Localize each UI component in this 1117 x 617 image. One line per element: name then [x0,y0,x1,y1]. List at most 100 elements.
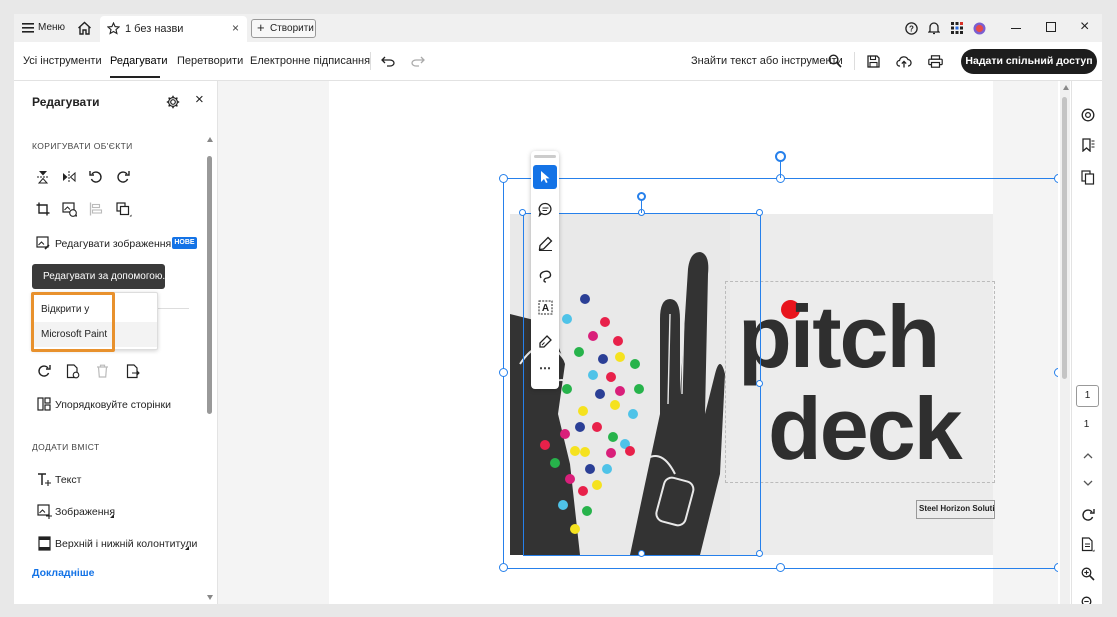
resize-handle[interactable] [756,380,763,387]
resize-handle[interactable] [499,174,508,183]
replace-image-icon[interactable] [61,201,79,217]
flip-vertical-icon[interactable] [35,169,51,185]
share-button-label: Надати спільний доступ [965,55,1093,67]
close-window-icon[interactable]: × [1080,18,1089,36]
tab-title: 1 без назви [125,23,184,35]
rotate-handle-icon[interactable] [775,151,786,162]
zoom-in-icon[interactable] [1080,566,1096,582]
refresh-icon[interactable] [1080,507,1096,523]
zoom-out-icon[interactable] [1080,595,1096,604]
resize-handle[interactable] [638,550,645,557]
tab-all-tools[interactable]: Усі інструменти [23,55,102,67]
search-icon[interactable] [827,53,843,69]
resize-handle[interactable] [1054,563,1058,572]
resize-handle[interactable] [499,368,508,377]
panel-scrollbar[interactable] [206,135,214,600]
print-icon[interactable] [927,53,943,69]
current-page-input[interactable]: 1 [1076,385,1099,407]
gear-icon[interactable] [165,94,180,109]
add-image-label[interactable]: Зображення [55,506,115,518]
extract-page-icon[interactable] [125,363,141,379]
resize-handle[interactable] [756,209,763,216]
home-icon[interactable] [76,20,92,36]
select-tool-icon[interactable] [533,165,557,189]
cloud-upload-icon[interactable] [896,53,912,69]
panel-scroll-thumb[interactable] [207,156,212,414]
resize-handle[interactable] [1054,368,1058,377]
crop-icon[interactable] [35,201,51,217]
doc-scroll-up[interactable] [1063,85,1069,90]
close-panel-icon[interactable]: × [195,91,204,108]
undo-icon[interactable] [380,53,396,69]
tab-esign[interactable]: Електронне підписання [250,55,370,67]
help-icon[interactable]: ? [904,21,918,35]
toolbar-divider [370,52,371,70]
rotate-page-icon[interactable] [36,363,52,379]
resize-handle[interactable] [776,563,785,572]
organize-pages-label[interactable]: Упорядковуйте сторінки [55,399,171,411]
resize-handle[interactable] [756,550,763,557]
chevron-down-icon[interactable] [1080,475,1096,491]
add-text-icon [36,471,52,487]
new-badge: НОВЕ [172,237,197,249]
header-footer-label[interactable]: Верхній і нижній колонтитули [55,538,197,550]
flip-horizontal-icon[interactable] [61,169,77,185]
minimize-icon[interactable] [1011,28,1021,29]
bookmark-icon[interactable] [1080,137,1096,153]
hamburger-menu-icon[interactable] [22,21,34,35]
edit-panel: Редагувати × КОРИГУВАТИ ОБ'ЄКТИ Редагува… [14,81,218,604]
scroll-up-arrow[interactable] [207,137,213,142]
rotate-left-icon[interactable] [88,169,104,185]
floating-toolbar: A ⋯ [531,151,559,389]
freehand-draw-icon[interactable] [535,265,555,285]
resize-handle[interactable] [1054,174,1058,183]
sign-tool-icon[interactable] [535,331,555,351]
document-tab[interactable]: 1 без назви × [100,16,247,42]
rotate-right-icon[interactable] [115,169,131,185]
ai-assistant-icon[interactable] [1080,107,1096,123]
new-badge-text: НОВЕ [174,239,195,246]
tab-convert[interactable]: Перетворити [177,55,243,67]
learn-more-link[interactable]: Докладніше [32,567,94,579]
maximize-icon[interactable] [1046,22,1056,32]
insert-page-icon[interactable] [65,363,81,379]
add-text-label[interactable]: Текст [55,474,81,486]
bell-icon[interactable] [927,21,941,35]
doc-scroll-thumb[interactable] [1062,97,1067,379]
resize-handle[interactable] [519,209,526,216]
chevron-up-icon[interactable] [1080,447,1096,463]
title-bar: Меню 1 без назви × + Створити ? × [14,14,1102,42]
delete-page-icon[interactable] [94,363,110,379]
arrange-objects-icon[interactable] [115,201,133,217]
section-adjust-objects: КОРИГУВАТИ ОБ'ЄКТИ [32,141,133,151]
highlight-pen-icon[interactable] [535,233,555,253]
page-fit-icon[interactable] [1080,536,1096,552]
star-icon[interactable] [106,21,120,35]
more-tools-icon[interactable]: ⋯ [535,361,555,375]
menu-label[interactable]: Меню [38,22,65,33]
pages-panel-icon[interactable] [1080,169,1096,185]
inner-rotate-handle-icon[interactable] [637,192,646,201]
text-box-tool-icon[interactable]: A [535,297,555,317]
redo-icon[interactable] [410,53,426,69]
create-label: Створити [270,23,314,34]
close-tab-icon[interactable]: × [232,21,239,35]
align-objects-icon[interactable] [88,201,104,217]
toolbar-divider [854,52,855,70]
create-button[interactable]: + Створити [251,19,316,38]
document-scrollbar[interactable] [1060,81,1070,604]
drag-handle[interactable] [534,155,556,158]
resize-handle[interactable] [499,563,508,572]
apps-grid-icon[interactable] [950,21,964,35]
document-canvas[interactable]: pitch deck Steel Horizon Soluti A ⋯ [218,81,1058,604]
save-icon[interactable] [865,53,881,69]
comment-tool-icon[interactable] [535,199,555,219]
edit-with-button[interactable]: Редагувати за допомогою... [32,264,171,289]
share-button[interactable]: Надати спільний доступ [961,49,1097,74]
scroll-down-arrow[interactable] [207,595,213,600]
tab-edit[interactable]: Редагувати [110,55,168,67]
avatar-icon[interactable] [972,21,986,35]
search-tools-label[interactable]: Знайти текст або інструменти [691,55,843,67]
edit-image-label[interactable]: Редагувати зображення [55,238,171,250]
current-page-number: 1 [1084,390,1091,401]
